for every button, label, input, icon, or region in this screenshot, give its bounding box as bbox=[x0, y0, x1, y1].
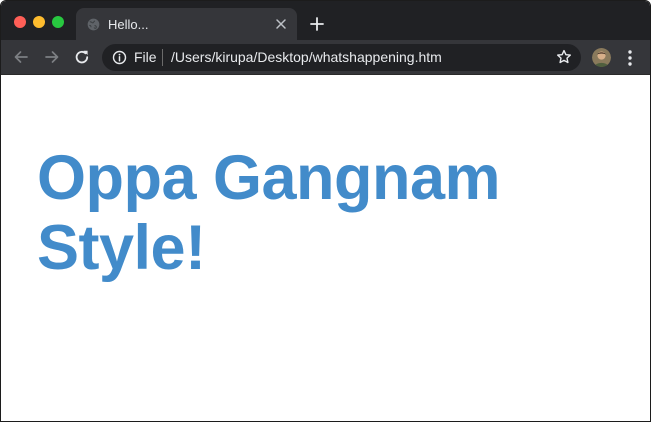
globe-icon bbox=[87, 18, 100, 31]
page-heading: Oppa Gangnam Style! bbox=[37, 143, 501, 283]
tab-title: Hello... bbox=[108, 17, 149, 32]
url-text[interactable]: /Users/kirupa/Desktop/whatshappening.htm bbox=[171, 49, 442, 65]
address-divider bbox=[162, 49, 163, 66]
browser-window: Hello... File /Users/kirupa/Desktop/what… bbox=[0, 0, 651, 422]
avatar[interactable] bbox=[592, 48, 611, 67]
info-icon[interactable] bbox=[112, 50, 127, 65]
plus-icon[interactable] bbox=[309, 16, 325, 32]
tab-active[interactable]: Hello... bbox=[76, 8, 297, 40]
page-content: Oppa Gangnam Style! bbox=[1, 75, 650, 421]
toolbar: File /Users/kirupa/Desktop/whatshappenin… bbox=[1, 40, 650, 75]
window-close-button[interactable] bbox=[14, 16, 26, 28]
reload-icon[interactable] bbox=[74, 49, 90, 65]
star-icon[interactable] bbox=[556, 49, 572, 65]
window-minimize-button[interactable] bbox=[33, 16, 45, 28]
arrow-right-icon[interactable] bbox=[44, 49, 60, 65]
tab-strip: Hello... bbox=[1, 1, 650, 40]
scheme-label: File bbox=[134, 49, 157, 65]
kebab-menu-icon[interactable] bbox=[626, 49, 634, 67]
address-bar[interactable]: File /Users/kirupa/Desktop/whatshappenin… bbox=[102, 44, 581, 71]
close-icon[interactable] bbox=[275, 18, 287, 30]
arrow-left-icon[interactable] bbox=[13, 49, 29, 65]
window-zoom-button[interactable] bbox=[52, 16, 64, 28]
